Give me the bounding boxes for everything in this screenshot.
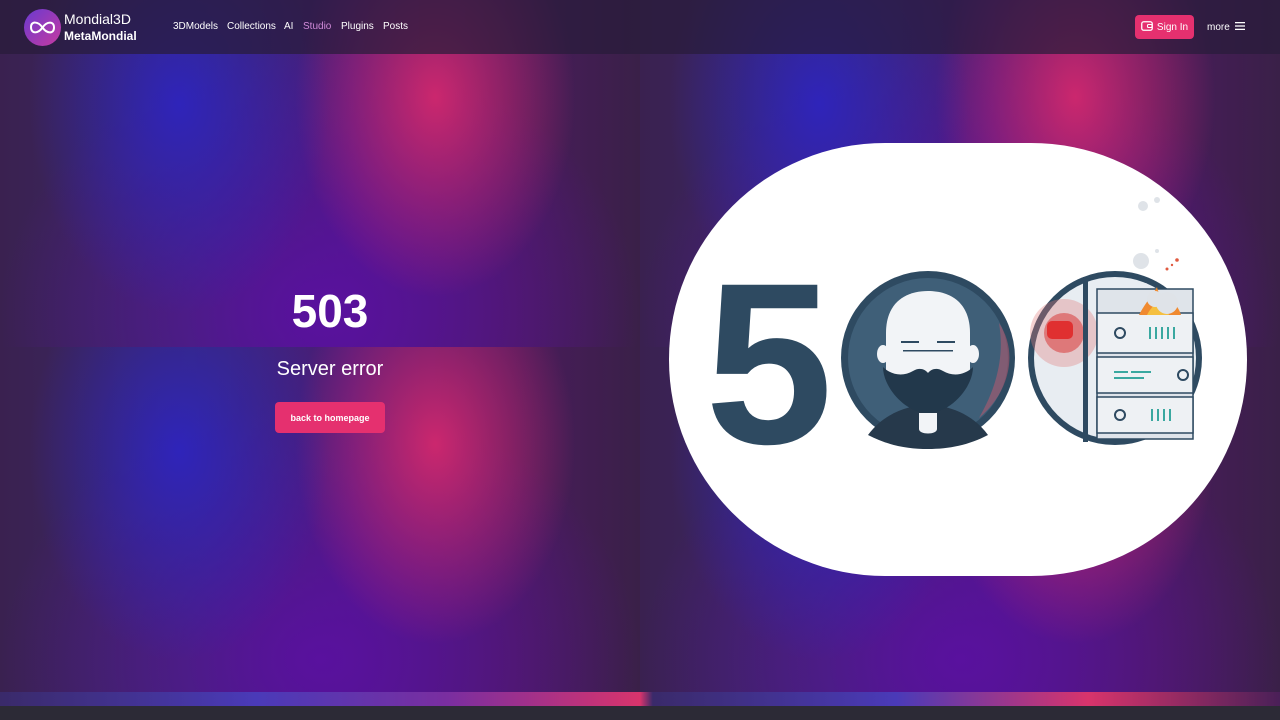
infinity-logo-icon[interactable] bbox=[24, 9, 61, 46]
footer-bar bbox=[0, 706, 1280, 720]
brand-subtitle[interactable]: MetaMondial bbox=[64, 29, 137, 43]
sign-in-label: Sign In bbox=[1156, 21, 1189, 33]
illustration-digit: 5 bbox=[705, 235, 833, 492]
bearded-man-icon bbox=[841, 271, 1015, 449]
nav-link-posts[interactable]: Posts bbox=[383, 21, 408, 32]
nav-link-plugins[interactable]: Plugins bbox=[341, 21, 374, 32]
nav-link-3dmodels[interactable]: 3DModels bbox=[173, 21, 218, 32]
top-navbar: Mondial3D MetaMondial 3DModels Collectio… bbox=[0, 0, 1280, 54]
error-code: 503 bbox=[291, 285, 369, 337]
wallet-icon bbox=[1141, 20, 1153, 34]
bottom-gradient-strip bbox=[0, 692, 1280, 706]
nav-link-studio[interactable]: Studio bbox=[303, 21, 331, 32]
background-panel bbox=[0, 347, 640, 694]
hamburger-menu-icon bbox=[1234, 21, 1245, 33]
nav-link-ai[interactable]: AI bbox=[284, 21, 293, 32]
more-label: more bbox=[1207, 21, 1230, 33]
more-menu-button[interactable]: more bbox=[1207, 20, 1245, 34]
error-message: Server error bbox=[276, 358, 384, 380]
server-error-illustration: 5 bbox=[669, 143, 1247, 576]
sign-in-button[interactable]: Sign In bbox=[1135, 15, 1194, 39]
brand-title[interactable]: Mondial3D bbox=[64, 11, 131, 27]
smoke-particles bbox=[1133, 197, 1160, 269]
burning-server-icon bbox=[1028, 271, 1202, 445]
nav-link-collections[interactable]: Collections bbox=[227, 21, 276, 32]
spark-particles bbox=[1165, 258, 1179, 271]
back-to-homepage-button[interactable]: back to homepage bbox=[275, 402, 385, 433]
